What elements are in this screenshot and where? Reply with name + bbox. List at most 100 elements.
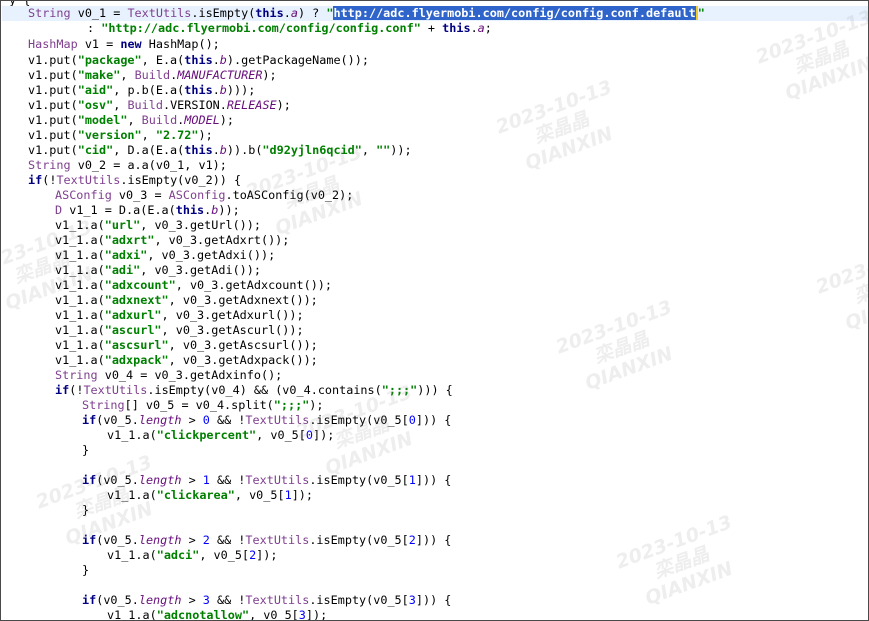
code-line[interactable]: String v0_1 = TextUtils.isEmpty(this.a) … <box>2 6 868 21</box>
code-token: TextUtils <box>56 173 121 187</box>
code-token: , v0_3.getAdxcount()); <box>175 278 333 292</box>
code-token: } <box>82 503 90 517</box>
code-token: "adxpack" <box>104 353 169 367</box>
code-line[interactable]: D v1_1 = D.a(E.a(this.b)); <box>55 203 240 218</box>
code-token: , v0_3.getAdxurl()); <box>161 308 304 322</box>
code-token: && ! <box>209 593 246 607</box>
code-line[interactable]: ASConfig v0_3 = ASConfig.toASConfig(v0_2… <box>55 188 353 203</box>
code-token: : <box>87 21 102 35</box>
code-line[interactable]: v1.put("cid", D.a(E.a(this.b)).b("d92yjl… <box>28 143 412 158</box>
code-line[interactable]: if(v0_5.length > 0 && !TextUtils.isEmpty… <box>82 413 451 428</box>
code-line[interactable]: v1_1.a("clickpercent", v0_5[0]); <box>107 428 334 443</box>
code-line[interactable]: v1_1.a("adxcount", v0_3.getAdxcount()); <box>55 278 332 293</box>
code-token: (v0_5. <box>96 473 139 487</box>
code-token: 0 <box>408 413 416 427</box>
code-line[interactable]: String[] v0_5 = v0_4.split(";;;"); <box>82 398 324 413</box>
code-token: , v0_5[ <box>249 608 299 621</box>
code-token: "adi" <box>104 263 141 277</box>
code-line[interactable]: v1_1.a("adci", v0_5[2]); <box>107 548 277 563</box>
code-token: , v0_3.getAdxpack()); <box>168 353 318 367</box>
code-line[interactable]: v1_1.a("clickarea", v0_5[1]); <box>107 488 313 503</box>
code-line[interactable]: v1_1.a("ascurl", v0_3.getAscurl()); <box>55 323 304 338</box>
code-token: ]); <box>305 608 328 621</box>
code-line[interactable]: if(!TextUtils.isEmpty(v0_2)) { <box>28 173 241 188</box>
code-token: .VERSION. <box>162 98 227 112</box>
code-token: "adcnotallow" <box>156 608 250 621</box>
code-token: b <box>219 53 227 67</box>
code-line[interactable]: if(v0_5.length > 2 && !TextUtils.isEmpty… <box>82 533 451 548</box>
code-line[interactable]: v1_1.a("adxurl", v0_3.getAdxurl()); <box>55 308 304 323</box>
code-token: v1_1.a( <box>55 248 105 262</box>
code-line[interactable]: v1_1.a("adxnext", v0_3.getAdxnext()); <box>55 293 318 308</box>
code-line[interactable]: : "http://adc.flyermobi.com/config/confi… <box>87 21 492 36</box>
code-token: HashMap <box>28 37 78 51</box>
code-line[interactable]: v1.put("make", Build.MANUFACTURER); <box>28 68 277 83</box>
code-line[interactable]: v1_1.a("adxpack", v0_3.getAdxpack()); <box>55 353 318 368</box>
code-line[interactable]: v1_1.a("adi", v0_3.getAdi()); <box>55 263 261 278</box>
code-token: , v0_3.getUrl()); <box>140 218 261 232</box>
code-token: String <box>82 398 125 412</box>
code-token: , v0_3.getAdi()); <box>140 263 261 277</box>
code-token: if <box>82 533 97 547</box>
code-line[interactable]: String v0_4 = v0_3.getAdxinfo(); <box>55 368 282 383</box>
code-line[interactable]: if(v0_5.length > 3 && !TextUtils.isEmpty… <box>82 593 451 608</box>
code-editor[interactable]: y {String v0_1 = TextUtils.isEmpty(this.… <box>1 1 868 621</box>
code-token: ))) { <box>417 383 453 397</box>
code-line[interactable]: v1.put("package", E.a(this.b).getPackage… <box>28 53 369 68</box>
code-token: v1_1.a( <box>107 548 157 562</box>
code-token: (! <box>69 383 84 397</box>
code-line[interactable]: String v0_2 = a.a(v0_1, v1); <box>28 158 227 173</box>
code-token: "ascurl" <box>104 323 162 337</box>
code-line[interactable]: } <box>82 443 89 458</box>
code-token: if <box>55 383 70 397</box>
selected-text: http://adc.flyermobi.com/config/config.c… <box>333 6 698 20</box>
code-line[interactable]: v1_1.a("url", v0_3.getUrl()); <box>55 218 261 233</box>
code-token: this <box>255 6 284 20</box>
code-token: )); <box>218 203 240 217</box>
code-line[interactable]: v1.put("osv", Build.VERSION.RELEASE); <box>28 98 291 113</box>
code-token: ASConfig <box>55 188 112 202</box>
code-token: v1_1.a( <box>55 353 105 367</box>
code-token: "osv" <box>77 98 114 112</box>
code-token: && ! <box>209 533 246 547</box>
code-token: . <box>212 143 220 157</box>
code-token: "clickpercent" <box>156 428 257 442</box>
code-token: 3 <box>408 593 416 607</box>
code-token: v1.put( <box>28 98 78 112</box>
code-token: if <box>82 413 97 427</box>
code-token: Build <box>134 68 171 82</box>
code-token: v1_1.a( <box>55 338 105 352</box>
code-token: . <box>212 83 220 97</box>
code-token: .isEmpty(v0_5[ <box>309 593 409 607</box>
code-token: 2 <box>202 533 210 547</box>
code-token: if <box>28 173 43 187</box>
code-line[interactable]: v1_1.a("adxrt", v0_3.getAdxrt()); <box>55 233 289 248</box>
code-token: } <box>82 563 90 577</box>
code-line[interactable]: v1.put("model", Build.MODEL); <box>28 113 234 128</box>
code-line[interactable]: v1.put("aid", p.b(E.a(this.b))); <box>28 83 255 98</box>
code-line[interactable]: } <box>82 503 89 518</box>
code-line[interactable]: } <box>82 563 89 578</box>
code-token: , v0_3.getAscsurl()); <box>168 338 318 352</box>
code-editor-frame: y {String v0_1 = TextUtils.isEmpty(this.… <box>0 0 869 621</box>
code-line[interactable]: v1_1.a("adxi", v0_3.getAdxi()); <box>55 248 275 263</box>
code-token: . <box>470 21 478 35</box>
code-token: "ascsurl" <box>104 338 169 352</box>
code-line[interactable]: v1.put("version", "2.72"); <box>28 128 213 143</box>
code-line[interactable]: if(!TextUtils.isEmpty(v0_4) && (v0_4.con… <box>55 383 453 398</box>
code-line[interactable]: HashMap v1 = new HashMap(); <box>28 37 220 52</box>
code-token: "adxcount" <box>104 278 176 292</box>
code-token: "adxurl" <box>104 308 162 322</box>
code-token: "make" <box>77 68 121 82</box>
code-token: MANUFACTURER <box>177 68 263 82</box>
code-token: HashMap(); <box>141 37 220 51</box>
code-line[interactable]: if(v0_5.length > 1 && !TextUtils.isEmpty… <box>82 473 451 488</box>
code-token: && ! <box>209 473 246 487</box>
code-line[interactable]: v1_1.a("ascsurl", v0_3.getAscsurl()); <box>55 338 318 353</box>
code-token: v1.put( <box>28 83 78 97</box>
code-token: v1.put( <box>28 143 78 157</box>
code-token: ]); <box>256 548 278 562</box>
code-line[interactable]: v1_1.a("adcnotallow", v0_5[3]); <box>107 608 328 621</box>
code-token: (v0_5. <box>96 533 139 547</box>
code-token: "adci" <box>156 548 200 562</box>
